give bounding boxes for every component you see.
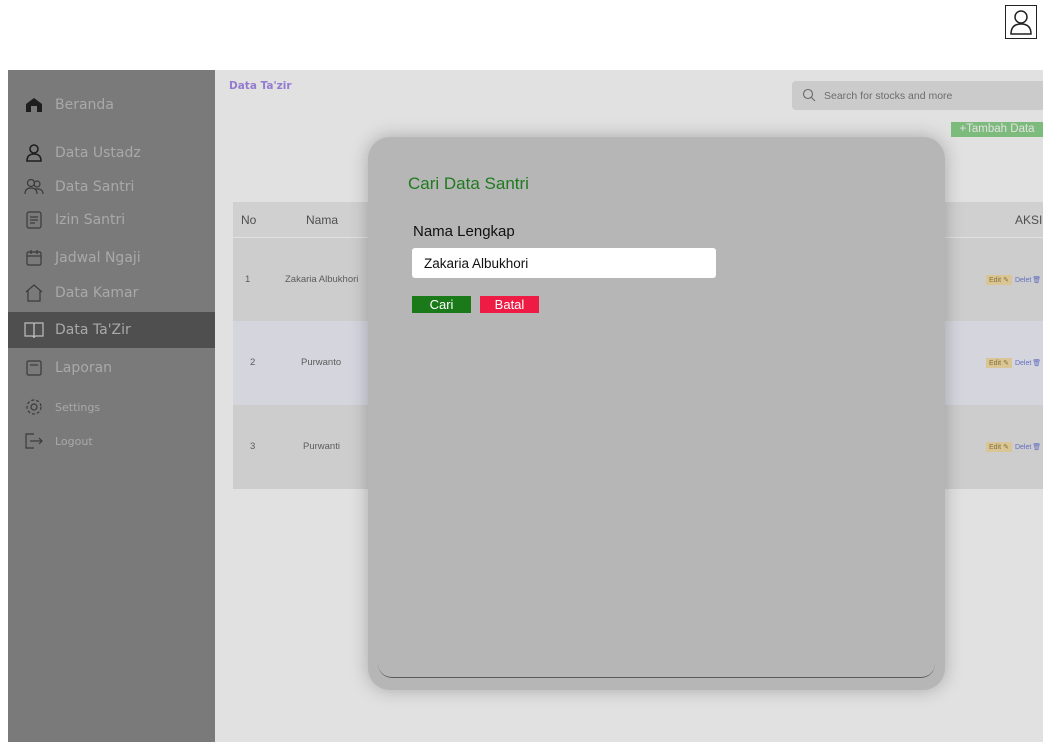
house-icon [24, 283, 44, 303]
user-profile-button[interactable] [1005, 5, 1037, 39]
nama-lengkap-input[interactable] [412, 248, 716, 278]
sidebar-item-logout[interactable]: Logout [8, 423, 215, 459]
sidebar-item-label: Data Ustadz [55, 145, 141, 161]
modal-title: Cari Data Santri [408, 174, 529, 193]
gear-icon [24, 397, 44, 417]
sidebar-item-jadwal-ngaji[interactable]: Jadwal Ngaji [8, 240, 215, 276]
nama-lengkap-label: Nama Lengkap [413, 223, 515, 240]
sidebar-item-label: Izin Santri [55, 212, 126, 228]
sidebar-item-izin-santri[interactable]: Izin Santri [8, 202, 215, 238]
sidebar-item-settings[interactable]: Settings [8, 389, 215, 425]
sidebar-item-data-kamar[interactable]: Data Kamar [8, 275, 215, 311]
sidebar-item-label: Logout [55, 434, 93, 448]
user-icon [24, 143, 44, 163]
sidebar-item-label: Data Santri [55, 179, 135, 195]
batal-button[interactable]: Batal [480, 296, 539, 313]
sidebar-item-data-santri[interactable]: Data Santri [8, 169, 215, 205]
sidebar-item-label: Beranda [55, 97, 114, 113]
sidebar-item-label: Data Ta'Zir [55, 322, 131, 338]
sidebar-item-data-tazir[interactable]: Data Ta'Zir [8, 312, 215, 348]
sidebar-item-label: Settings [55, 400, 101, 414]
sidebar-item-data-ustadz[interactable]: Data Ustadz [8, 135, 215, 171]
sidebar-item-laporan[interactable]: Laporan [8, 350, 215, 386]
sidebar: Beranda Data Ustadz Data Santri Izin San… [8, 70, 215, 742]
logout-icon [24, 431, 44, 451]
calendar-icon [24, 248, 44, 268]
sidebar-item-label: Jadwal Ngaji [55, 250, 141, 266]
search-modal: Cari Data Santri Nama Lengkap Cari Batal [368, 137, 945, 690]
cari-button[interactable]: Cari [412, 296, 471, 313]
sidebar-item-label: Laporan [55, 360, 113, 376]
sidebar-item-beranda[interactable]: Beranda [8, 87, 215, 123]
user-icon [1010, 10, 1032, 35]
report-icon [24, 358, 44, 378]
users-icon [24, 177, 44, 197]
document-icon [24, 210, 44, 230]
book-icon [24, 320, 44, 340]
home-icon [24, 95, 44, 115]
sidebar-item-label: Data Kamar [55, 285, 139, 301]
